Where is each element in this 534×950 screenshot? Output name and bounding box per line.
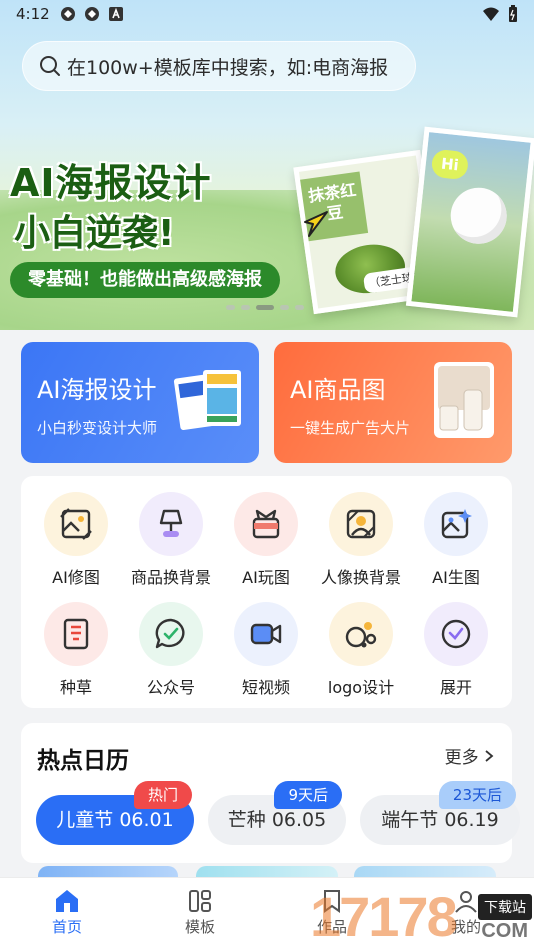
shapes-icon <box>345 622 377 648</box>
banner-poster-dog: Hi <box>405 126 534 318</box>
hero-banner[interactable]: 4:12 在100w+模板库中搜索，如:电商海报 AI海报设计 小白逆袭! 零基… <box>0 0 534 330</box>
chevron-right-icon <box>485 750 494 762</box>
tool-icon-bg <box>424 602 488 666</box>
tool-label: AI玩图 <box>242 568 290 587</box>
gift-box-icon <box>252 509 280 539</box>
calendar-chip[interactable]: 端午节 06.19 23天后 <box>360 781 520 845</box>
photo-edit-icon <box>60 508 92 540</box>
search-icon <box>40 56 60 76</box>
tool-product-background[interactable]: 商品换背景 <box>123 492 219 588</box>
banner-pill: 零基础！也能做出高级感海报 <box>10 262 280 298</box>
tool-label: 展开 <box>439 678 472 697</box>
portrait-icon <box>346 509 376 539</box>
tool-label: AI生图 <box>432 568 480 587</box>
lamp-icon <box>159 509 183 537</box>
tool-icon-bg <box>139 492 203 556</box>
nav-label: 首页 <box>51 918 82 936</box>
battery-icon <box>509 5 517 22</box>
tool-seeding[interactable]: 种草 <box>28 602 124 698</box>
chip-badge: 9天后 <box>274 781 342 809</box>
search-input[interactable]: 在100w+模板库中搜索，如:电商海报 <box>22 41 416 91</box>
ai-poster-card[interactable]: AI海报设计 小白秒变设计大师 <box>21 342 259 463</box>
tool-label: 公众号 <box>146 678 195 697</box>
more-link[interactable]: 更多 <box>445 743 494 768</box>
site-watermark: 17178 下载站 COM <box>310 880 534 950</box>
carousel-dot <box>280 305 289 310</box>
tool-ai-play[interactable]: AI玩图 <box>218 492 314 588</box>
dog-image <box>447 184 510 247</box>
poster-illustration-icon <box>173 370 241 431</box>
app-notification-icon <box>84 7 99 21</box>
tool-icon-bg <box>139 602 203 666</box>
watermark-text: 下载站 <box>478 894 532 920</box>
tool-label: AI修图 <box>52 568 100 587</box>
tool-expand[interactable]: 展开 <box>408 602 504 698</box>
chat-bubble-icon <box>155 618 185 649</box>
section-title: 热点日历 <box>37 748 129 774</box>
calendar-chip[interactable]: 儿童节 06.01 热门 <box>36 781 194 845</box>
carousel-dot <box>295 305 304 310</box>
carousel-dot-active <box>256 305 274 310</box>
watermark-number: 17178 <box>310 885 458 948</box>
red-book-icon <box>63 618 89 650</box>
tool-short-video[interactable]: 短视频 <box>218 602 314 698</box>
tool-label: logo设计 <box>327 678 395 697</box>
tool-logo-design[interactable]: logo设计 <box>313 602 409 698</box>
nav-template[interactable]: 模板 <box>160 886 240 937</box>
nav-home[interactable]: 首页 <box>27 886 107 937</box>
banner-subtitle: 小白逆袭! <box>14 213 175 254</box>
cursor-arrow-icon <box>304 211 328 237</box>
status-time: 4:12 <box>16 5 50 23</box>
expand-check-icon <box>441 619 471 649</box>
tool-ai-retouch[interactable]: AI修图 <box>28 492 124 588</box>
tool-icon-bg <box>234 602 298 666</box>
template-icon <box>189 890 211 912</box>
carousel-indicator <box>226 305 304 310</box>
app-notification-icon <box>60 7 75 21</box>
search-placeholder: 在100w+模板库中搜索，如:电商海报 <box>67 56 389 79</box>
banner-title: AI海报设计 <box>10 161 212 205</box>
carousel-dot <box>241 305 250 310</box>
tool-official-account[interactable]: 公众号 <box>123 602 219 698</box>
watermark-suffix: COM <box>481 920 528 942</box>
tool-label: 人像换背景 <box>320 568 401 587</box>
carousel-dot <box>226 305 235 310</box>
tool-icon-bg <box>234 492 298 556</box>
nav-label: 模板 <box>184 918 215 936</box>
tool-label: 种草 <box>59 678 92 697</box>
tool-icon-bg <box>329 492 393 556</box>
chip-label: 端午节 06.19 <box>381 809 499 831</box>
ai-product-card[interactable]: AI商品图 一键生成广告大片 <box>274 342 512 463</box>
app-notification-icon <box>108 7 123 21</box>
tool-label: 商品换背景 <box>130 568 211 587</box>
home-icon <box>56 890 78 912</box>
chip-label: 儿童节 06.01 <box>56 809 174 831</box>
tool-icon-bg <box>424 492 488 556</box>
poster-hi-bubble: Hi <box>430 148 470 181</box>
tool-ai-generate[interactable]: AI生图 <box>408 492 504 588</box>
tool-icon-bg <box>44 602 108 666</box>
chip-badge: 23天后 <box>438 781 516 809</box>
calendar-chip[interactable]: 芒种 06.05 9天后 <box>208 781 346 845</box>
tool-grid: AI修图 商品换背景 AI玩图 人像换背景 AI生图 种草 公众号 短视频 lo… <box>21 476 512 708</box>
status-bar: 4:12 <box>0 0 534 28</box>
video-camera-icon <box>250 623 282 645</box>
more-label: 更多 <box>444 748 479 768</box>
wifi-icon <box>483 7 499 21</box>
chip-label: 芒种 06.05 <box>227 809 327 831</box>
chip-badge: 热门 <box>133 781 192 809</box>
tool-label: 短视频 <box>241 678 290 697</box>
tool-icon-bg <box>329 602 393 666</box>
product-illustration-icon <box>434 362 494 438</box>
hot-calendar-section: 热点日历 更多 儿童节 06.01 热门 芒种 06.05 9天后 端午节 06… <box>21 723 520 863</box>
tool-portrait-background[interactable]: 人像换背景 <box>313 492 409 588</box>
tool-icon-bg <box>44 492 108 556</box>
image-sparkle-icon <box>441 509 472 539</box>
